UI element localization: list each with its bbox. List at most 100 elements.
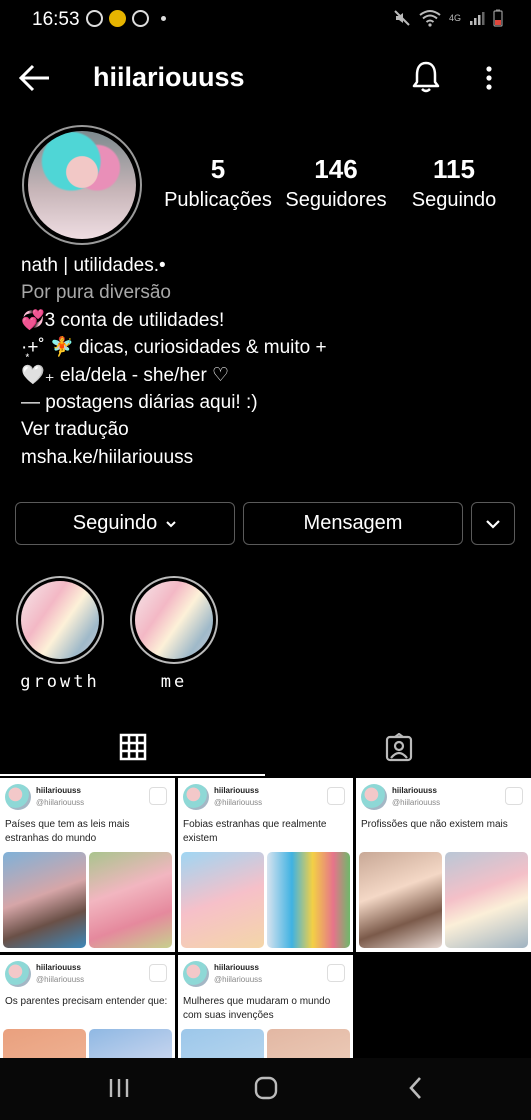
stat-posts-value: 5 [210, 154, 226, 184]
tagged-icon [385, 733, 412, 762]
stat-followers[interactable]: 146 Seguidores [280, 154, 392, 212]
post-text: Profissões que não existem mais [361, 819, 508, 830]
highlight-label: growth [20, 672, 100, 692]
home-button[interactable] [248, 1072, 284, 1104]
post-author: hiilariouuss [392, 786, 437, 795]
bio-line: 🤍₊ ela/dela - she/her ♡ [21, 364, 230, 386]
post-handle: @hiilariouuss [36, 798, 85, 807]
chevron-down-icon [486, 519, 500, 529]
avatar [5, 961, 31, 987]
youtube-icon [109, 10, 126, 27]
stat-followers-value: 146 [314, 154, 358, 184]
clock: 16:53 [32, 9, 80, 30]
stat-following-value: 115 [433, 154, 475, 184]
grid-icon [119, 733, 146, 761]
notifications-button[interactable] [410, 60, 444, 96]
post-handle: @hiilariouuss [214, 798, 263, 807]
wifi-icon [419, 10, 441, 27]
stat-followers-label: Seguidores [285, 189, 387, 211]
stat-posts-label: Publicações [164, 189, 272, 211]
bio-line: ·͙+˚ 🧚 dicas, curiosidades & muito + [21, 337, 327, 359]
avatar [5, 784, 31, 810]
notification-dot-icon [161, 16, 166, 21]
post-photo [181, 1029, 264, 1058]
following-label: Seguindo [72, 512, 158, 534]
message-button[interactable]: Mensagem [243, 502, 463, 545]
arrow-left-icon [18, 64, 49, 92]
profile-bio: nath | utilidades.• Por pura diversão 💞3… [21, 252, 511, 471]
tab-posts-grid[interactable] [0, 720, 265, 776]
status-bar: 16:53 4G [0, 0, 531, 40]
grid-post[interactable]: hiilariouuss @hiilariouuss Profissões qu… [356, 778, 531, 952]
avatar [183, 784, 209, 810]
avatar [361, 784, 387, 810]
post-text: Mulheres que mudaram o mundo com suas in… [183, 996, 331, 1021]
back-nav-icon [409, 1077, 421, 1099]
grid-post[interactable]: hiilariouuss @hiilariouuss Fobias estran… [178, 778, 353, 952]
checkbox-icon [327, 787, 345, 805]
back-nav-button[interactable] [398, 1072, 434, 1104]
avatar-image [28, 131, 136, 239]
checkbox-icon [149, 787, 167, 805]
stat-following-label: Seguindo [411, 189, 497, 211]
network-type: 4G [448, 13, 461, 23]
sync-icon [86, 10, 103, 27]
checkbox-icon [505, 787, 523, 805]
bio-name: nath | utilidades.• [21, 255, 166, 276]
more-options-button[interactable] [478, 62, 500, 94]
post-text: Fobias estranhas que realmente existem [183, 819, 327, 844]
message-label: Mensagem [303, 512, 403, 534]
checkbox-icon [149, 964, 167, 982]
home-icon [254, 1076, 278, 1100]
post-author: hiilariouuss [214, 786, 259, 795]
profile-avatar[interactable] [22, 125, 142, 245]
profile-header: hiilariouuss [0, 52, 531, 104]
post-author: hiilariouuss [36, 786, 81, 795]
bio-line: 💞3 conta de utilidades! [21, 309, 225, 331]
highlight-cover [135, 581, 213, 659]
post-photo [267, 1029, 350, 1058]
post-text: Os parentes precisam entender que: [5, 996, 168, 1007]
stat-following[interactable]: 115 Seguindo [402, 154, 506, 212]
highlight-label: me [160, 672, 188, 692]
pinterest-icon [132, 10, 149, 27]
bell-icon [412, 61, 440, 93]
recent-apps-button[interactable] [101, 1072, 137, 1104]
signal-icon [470, 12, 485, 25]
post-photo [445, 852, 528, 948]
post-photo [359, 852, 442, 948]
post-photo [181, 852, 264, 948]
system-nav-bar [0, 1058, 531, 1120]
highlight-me[interactable]: me [129, 576, 219, 692]
highlight-cover [21, 581, 99, 659]
grid-post[interactable]: hiilariouuss @hiilariouuss Mulheres que … [178, 955, 353, 1058]
mute-icon [394, 10, 410, 26]
post-handle: @hiilariouuss [36, 975, 85, 984]
post-handle: @hiilariouuss [214, 975, 263, 984]
following-button[interactable]: Seguindo [15, 502, 235, 545]
page-title: hiilariouuss [93, 62, 245, 92]
back-button[interactable] [18, 62, 54, 94]
post-handle: @hiilariouuss [392, 798, 441, 807]
battery-icon [493, 9, 503, 27]
post-author: hiilariouuss [214, 963, 259, 972]
profile-tabs [0, 720, 531, 776]
chevron-down-icon [166, 520, 176, 527]
bio-category: Por pura diversão [21, 282, 171, 304]
highlight-growth[interactable]: growth [15, 576, 105, 692]
checkbox-icon [327, 964, 345, 982]
bio-link[interactable]: msha.ke/hiilariouuss [21, 444, 511, 471]
post-photo [3, 852, 86, 948]
post-photo [267, 852, 350, 948]
post-text: Países que tem as leis mais estranhas do… [5, 819, 130, 844]
see-translation-link[interactable]: Ver tradução [21, 416, 511, 443]
bio-line: — postagens diárias aqui! :) [21, 392, 258, 414]
stat-posts[interactable]: 5 Publicações [160, 154, 276, 212]
grid-post[interactable]: hiilariouuss @hiilariouuss Países que te… [0, 778, 175, 952]
tab-tagged[interactable] [266, 720, 531, 776]
grid-post[interactable]: hiilariouuss @hiilariouuss Os parentes p… [0, 955, 175, 1058]
suggested-accounts-button[interactable] [471, 502, 515, 545]
post-author: hiilariouuss [36, 963, 81, 972]
recent-apps-icon [109, 1079, 129, 1097]
post-photo [89, 1029, 172, 1058]
